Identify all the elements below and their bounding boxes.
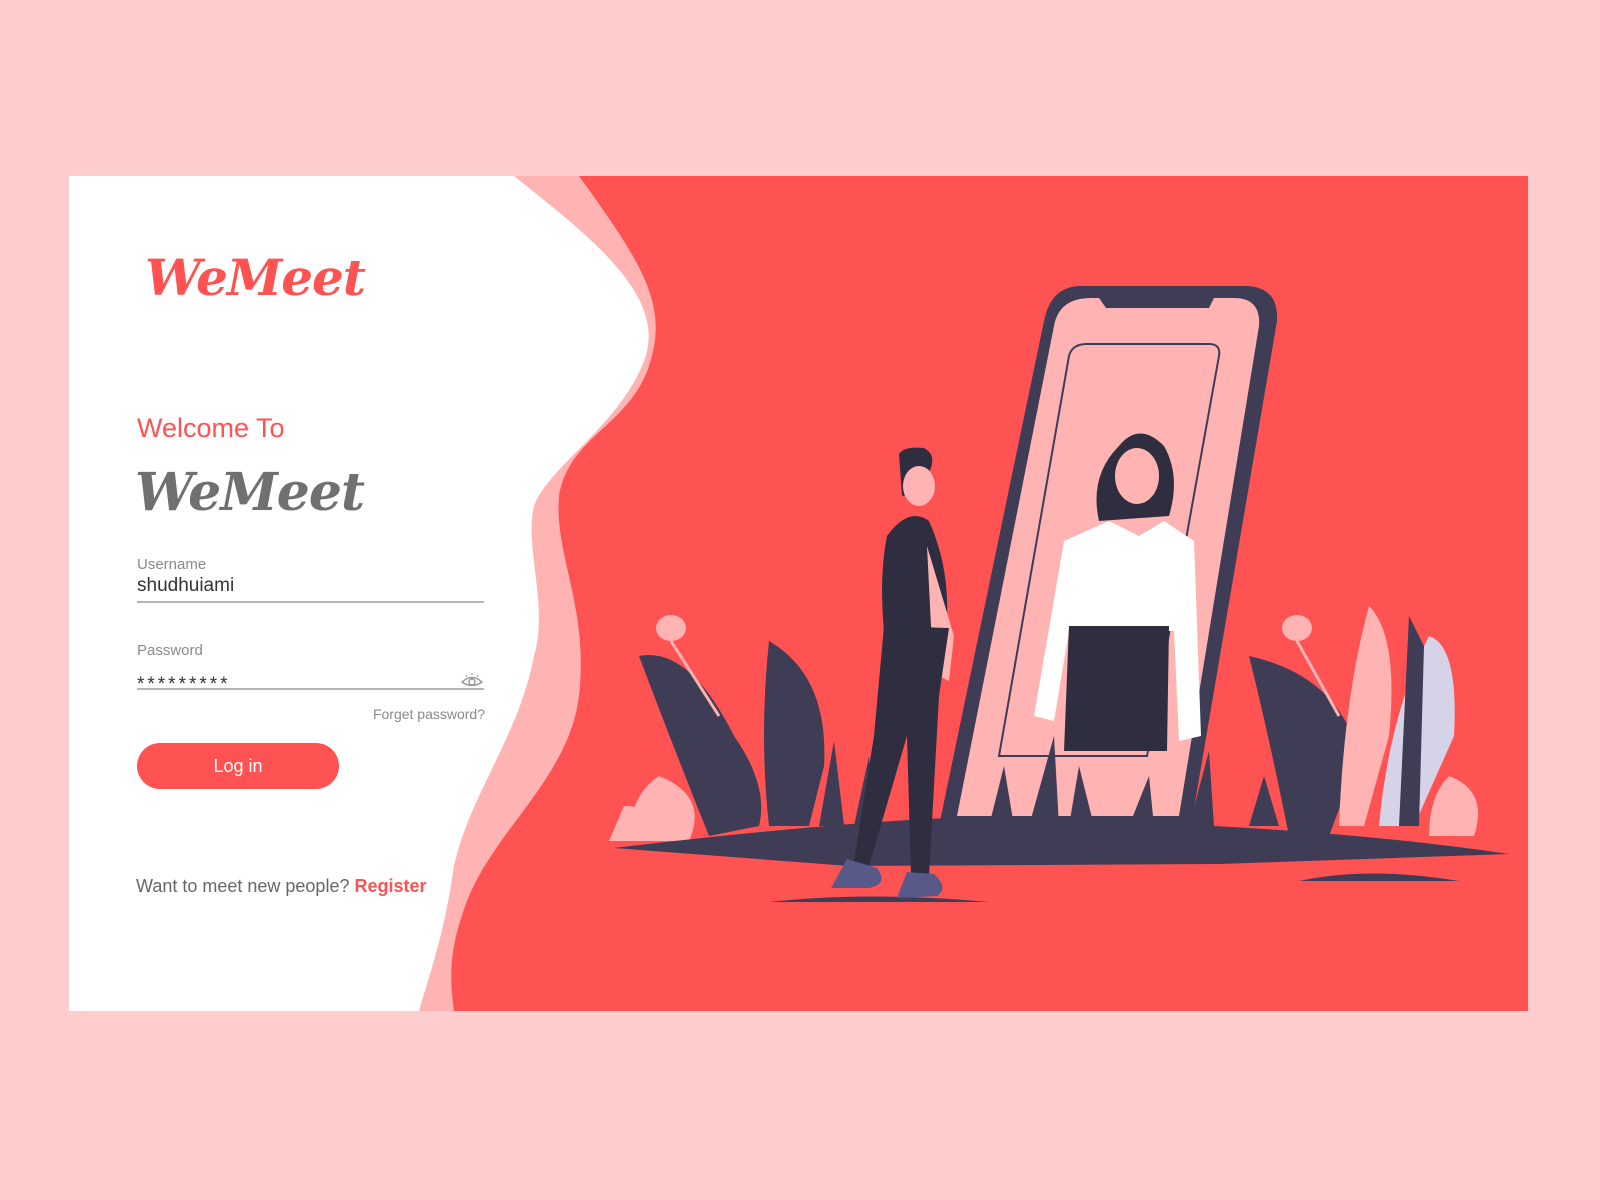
password-label: Password	[137, 642, 203, 659]
password-value: *********	[137, 674, 231, 695]
login-button[interactable]: Log in	[137, 743, 339, 789]
register-prompt-text: Want to meet new people?	[136, 876, 350, 896]
brand-title: WeMeet	[135, 462, 365, 523]
register-prompt: Want to meet new people? Register	[136, 876, 427, 897]
login-card: WeMeet Welcome To WeMeet Username Passwo…	[69, 176, 1528, 1011]
forget-password-link[interactable]: Forget password?	[365, 706, 485, 722]
username-field[interactable]	[137, 571, 484, 603]
app-logo: WeMeet	[145, 248, 366, 307]
welcome-heading: Welcome To	[137, 413, 285, 443]
register-link[interactable]: Register	[354, 876, 426, 896]
eye-icon[interactable]	[461, 673, 483, 689]
